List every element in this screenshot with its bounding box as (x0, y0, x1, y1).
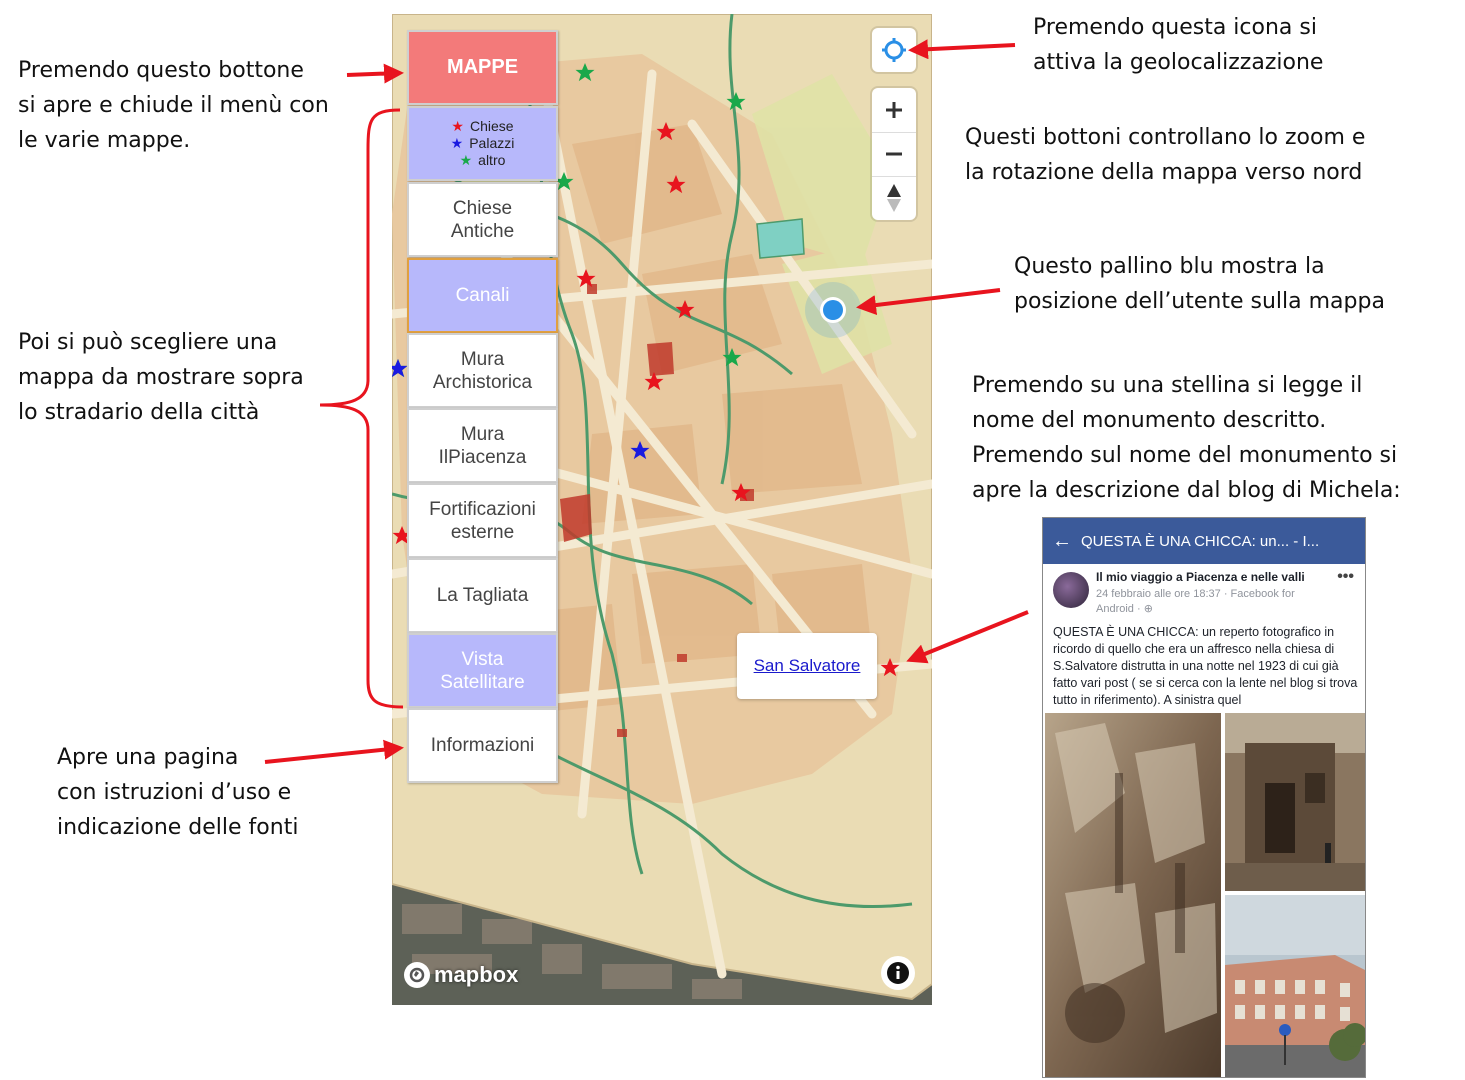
annotation-stars: Premendo su una stellina si legge il nom… (972, 368, 1401, 508)
menu-item-mura-ilpiacenza[interactable]: Mura IlPiacenza (407, 408, 558, 483)
annotation-line: Premendo questo bottone (18, 58, 304, 83)
monument-link[interactable]: San Salvatore (754, 656, 861, 676)
annotation-line: Questo pallino blu mostra la (1014, 254, 1325, 279)
annotation-line: Apre una pagina (57, 745, 239, 770)
blue-star-icon: ★ (450, 135, 464, 151)
annotation-line: posizione dell’utente sulla mappa (1014, 289, 1385, 314)
annotation-line: la rotazione della mappa verso nord (965, 160, 1363, 185)
annotation-line: Premendo sul nome del monumento si (972, 443, 1398, 468)
mappe-button[interactable]: MAPPE (407, 30, 558, 105)
annotation-line: indicazione delle fonti (57, 815, 299, 840)
menu-item-informazioni[interactable]: Informazioni (407, 708, 558, 783)
info-icon (887, 962, 909, 984)
post-author[interactable]: Il mio viaggio a Piacenza e nelle valli (1096, 570, 1305, 584)
legend-chiese: ★ Chiese (451, 118, 513, 135)
legend-button[interactable]: ★ Chiese ★ Palazzi ★ altro (407, 106, 558, 181)
annotation-line: Premendo su una stellina si legge il (972, 373, 1363, 398)
annotation-line: le varie mappe. (18, 128, 191, 153)
menu-item-label: Mura IlPiacenza (438, 423, 527, 468)
mappe-button-label: MAPPE (446, 56, 519, 78)
mapbox-icon (404, 962, 430, 988)
legend-label: Palazzi (469, 135, 515, 151)
annotation-menu-button: Premendo questo bottone si apre e chiude… (18, 53, 329, 158)
menu-item-mura-archistorica[interactable]: Mura Archistorica (407, 333, 558, 408)
post-meta-text: 24 febbraio alle ore 18:37 · Facebook fo… (1096, 588, 1295, 615)
annotation-line: Premendo questa icona si (1033, 15, 1317, 40)
zoom-controls (872, 88, 916, 220)
legend-label: altro (478, 152, 506, 168)
facebook-post-screenshot: ← QUESTA È UNA CHICCA: un... - I... Il m… (1042, 517, 1366, 1078)
post-bar-title: QUESTA È UNA CHICCA: un... - I... (1081, 532, 1320, 550)
annotation-choose-map: Poi si può scegliere una mappa da mostra… (18, 325, 304, 430)
minus-icon (886, 152, 902, 156)
post-text: QUESTA È UNA CHICCA: un reperto fotograf… (1053, 625, 1358, 707)
menu-bracket (319, 108, 404, 709)
globe-icon: ⊕ (1143, 603, 1153, 615)
annotation-line: Poi si può scegliere una (18, 330, 278, 355)
menu-item-vista-satellitare[interactable]: Vista Satellitare (407, 633, 558, 708)
zoom-in-button[interactable] (872, 88, 916, 132)
geolocate-button[interactable] (872, 28, 916, 72)
legend-altro: ★ altro (460, 152, 506, 169)
annotation-line: nome del monumento descritto. (972, 408, 1327, 433)
menu-item-la-tagliata[interactable]: La Tagliata (407, 558, 558, 633)
annotation-line: mappa da mostrare sopra (18, 365, 304, 390)
post-app-bar: ← QUESTA È UNA CHICCA: un... - I... (1043, 518, 1365, 564)
plus-icon (886, 102, 902, 118)
back-arrow-icon[interactable]: ← (1043, 530, 1081, 553)
green-star-icon: ★ (459, 152, 473, 168)
mapbox-wordmark: mapbox (434, 962, 519, 987)
more-options-icon[interactable]: ••• (1337, 568, 1354, 586)
user-location-dot (823, 300, 843, 320)
annotation-line: apre la descrizione dal blog di Michela: (972, 478, 1401, 503)
annotation-zoom: Questi bottoni controllano lo zoom e la … (965, 120, 1365, 190)
menu-item-label: Vista Satellitare (440, 648, 525, 693)
avatar[interactable] (1053, 572, 1089, 608)
zoom-out-button[interactable] (872, 132, 916, 176)
monument-popup: San Salvatore (737, 633, 877, 699)
geolocate-icon (882, 38, 906, 62)
red-star-icon: ★ (451, 118, 464, 134)
menu-item-label: Fortificazioni esterne (429, 498, 536, 543)
menu-item-label: Mura Archistorica (432, 348, 533, 393)
compass-button[interactable] (872, 176, 916, 220)
post-meta: 24 febbraio alle ore 18:37 · Facebook fo… (1096, 587, 1316, 617)
menu-item-chiese-antiche[interactable]: Chiese Antiche (407, 182, 558, 257)
menu-item-label: Informazioni (430, 735, 535, 756)
post-photo-ruins[interactable] (1225, 713, 1365, 891)
menu-item-label: La Tagliata (436, 585, 529, 606)
annotation-line: attiva la geolocalizzazione (1033, 50, 1324, 75)
annotation-line: con istruzioni d’uso e (57, 780, 292, 805)
annotation-line: si apre e chiude il menù con (18, 93, 329, 118)
annotation-info-page: Apre una pagina con istruzioni d’uso e i… (57, 740, 298, 845)
annotation-line: lo stradario della città (18, 400, 260, 425)
legend-palazzi: ★ Palazzi (451, 135, 515, 152)
compass-icon (887, 184, 901, 212)
annotation-line: Questi bottoni controllano lo zoom e (965, 125, 1366, 150)
post-photo-today[interactable] (1225, 895, 1365, 1077)
menu-item-label: Canali (455, 285, 510, 306)
attribution-info-button[interactable] (881, 956, 915, 990)
legend-label: Chiese (469, 118, 514, 134)
mapbox-logo[interactable]: mapbox (404, 962, 518, 988)
post-header: Il mio viaggio a Piacenza e nelle valli … (1053, 568, 1358, 620)
annotation-user-dot: Questo pallino blu mostra la posizione d… (1014, 249, 1385, 319)
annotation-geolocation: Premendo questa icona si attiva la geolo… (1033, 10, 1323, 80)
menu-item-label: Chiese Antiche (450, 197, 515, 242)
menu-item-canali[interactable]: Canali (407, 258, 558, 333)
post-photo-fresco[interactable] (1045, 713, 1221, 1077)
menu-item-fortificazioni-esterne[interactable]: Fortificazioni esterne (407, 483, 558, 558)
